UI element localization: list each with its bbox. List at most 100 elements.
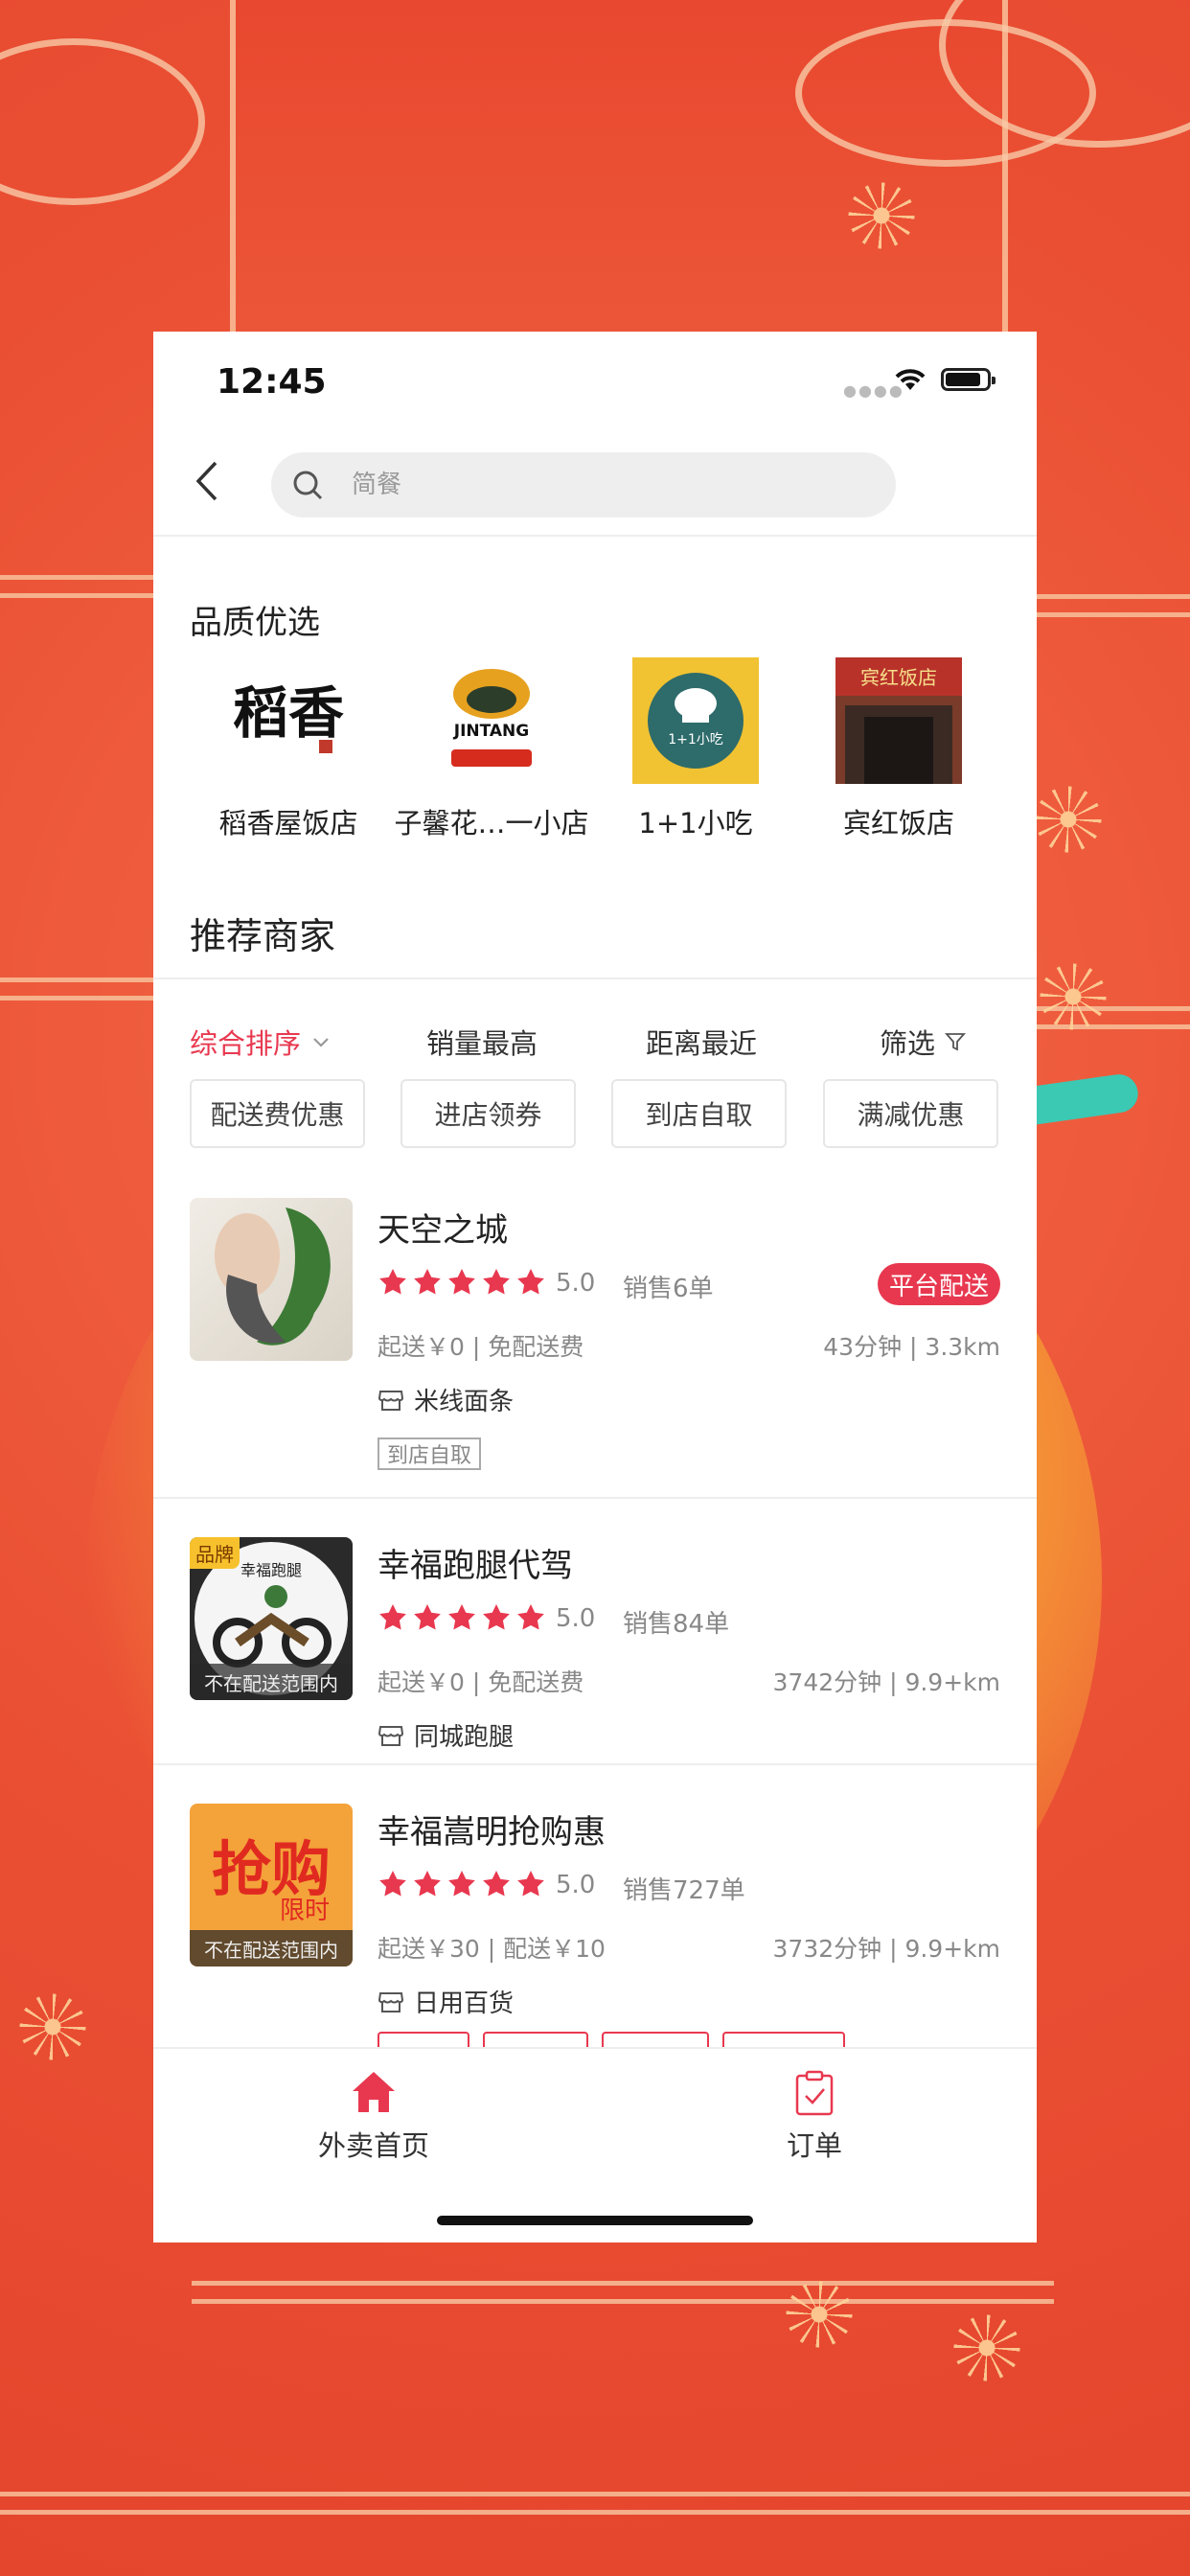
brand-badge: 品牌 — [190, 1537, 240, 1569]
store-name: 天空之城 — [378, 1211, 508, 1250]
filter-label: 筛选 — [880, 1027, 936, 1060]
battery-icon — [941, 368, 995, 391]
store-card[interactable]: 抢购 限时 不在配送范围内 幸福嵩明抢购惠 5.0 销售727单 起送￥30 |… — [153, 1777, 1037, 2060]
store-eta-distance: 43分钟 | 3.3km — [823, 1333, 1000, 1361]
svg-text:抢购: 抢购 — [212, 1834, 331, 1904]
divider — [153, 978, 1037, 979]
tab-orders[interactable]: 订单 — [719, 2068, 910, 2164]
sort-distance[interactable]: 距离最近 — [646, 1022, 757, 1062]
background-wave — [1037, 594, 1190, 617]
svg-text:幸福跑腿: 幸福跑腿 — [240, 1561, 302, 1579]
firework — [939, 2300, 1035, 2396]
firework — [767, 2262, 872, 2367]
quality-store-name: 宾红饭店 — [842, 807, 954, 840]
quality-store-item[interactable]: JINTANG 子馨花…一小店 — [391, 657, 592, 841]
store-eta-distance: 3742分钟 | 9.9+km — [772, 1668, 1000, 1696]
star-icon — [483, 1871, 510, 1897]
sort-comprehensive-label: 综合排序 — [190, 1027, 302, 1060]
firework — [1040, 963, 1107, 1030]
search-icon — [293, 471, 323, 500]
chip-full-reduction[interactable]: 满减优惠 — [823, 1079, 998, 1148]
quality-store-list: 稻香 稻香屋饭店 JINTANG 子馨花…一小店 1+1小吃 1+1小吃 宾红饭… — [153, 657, 1037, 859]
quality-store-item[interactable]: 宾红饭店 宾红饭店 — [798, 657, 999, 841]
firework — [848, 182, 915, 249]
store-logo: 宾红饭店 — [835, 657, 962, 784]
tab-home[interactable]: 外卖首页 — [278, 2068, 469, 2164]
sort-bar: 综合排序 销量最高 距离最近 筛选 — [153, 993, 1037, 1085]
nav-bar — [153, 427, 1037, 537]
background-wave — [0, 575, 153, 598]
sort-sales[interactable]: 销量最高 — [426, 1022, 538, 1062]
store-card[interactable]: 天空之城 5.0 销售6单 平台配送 起送￥0 | 免配送费 43分钟 | 3.… — [153, 1175, 1037, 1470]
store-sales: 销售727单 — [623, 1876, 745, 1905]
filter-button[interactable]: 筛选 — [880, 1022, 966, 1062]
store-sales: 销售6单 — [623, 1275, 714, 1303]
background-arc — [795, 19, 1096, 167]
chip-coupon[interactable]: 进店领券 — [400, 1079, 576, 1148]
store-category-label: 同城跑腿 — [414, 1723, 515, 1752]
store-card[interactable]: 幸福跑腿 品牌 不在配送范围内 幸福跑腿代驾 5.0 销售84单 起送￥0 | … — [153, 1510, 1037, 1752]
rating-stars — [378, 1869, 546, 1899]
background-wave — [0, 978, 153, 1000]
quality-store-name: 稻香屋饭店 — [218, 807, 358, 840]
star-icon — [414, 1604, 441, 1630]
star-icon — [517, 1604, 544, 1630]
firework — [1035, 786, 1102, 853]
star-icon — [483, 1269, 510, 1295]
quality-store-item[interactable]: 稻香 稻香屋饭店 — [188, 657, 389, 841]
store-logo: JINTANG — [428, 657, 555, 784]
chip-pickup[interactable]: 到店自取 — [611, 1079, 787, 1148]
svg-text:限时: 限时 — [280, 1897, 330, 1925]
star-icon — [448, 1269, 475, 1295]
recommend-section-title: 推荐商家 — [190, 915, 336, 957]
star-icon — [448, 1871, 475, 1897]
shop-icon — [378, 1390, 404, 1411]
out-of-range-overlay: 不在配送范围内 — [190, 1930, 353, 1966]
store-category: 同城跑腿 — [378, 1717, 514, 1753]
store-score: 5.0 — [556, 1269, 596, 1298]
store-score: 5.0 — [556, 1871, 596, 1899]
store-eta-distance: 3732分钟 | 9.9+km — [772, 1935, 1000, 1963]
sort-comprehensive[interactable]: 综合排序 — [190, 1022, 332, 1062]
store-delivery-fee: 起送￥0 | 免配送费 — [378, 1333, 584, 1361]
background-ribbon — [1030, 1071, 1141, 1125]
out-of-range-overlay: 不在配送范围内 — [190, 1664, 353, 1700]
star-icon — [483, 1604, 510, 1630]
star-icon — [448, 1604, 475, 1630]
quality-store-item[interactable]: 1+1小吃 1+1小吃 — [595, 657, 796, 841]
star-icon — [414, 1269, 441, 1295]
search-bar[interactable] — [271, 452, 896, 518]
chevron-down-icon — [313, 1038, 329, 1047]
tab-bar: 外卖首页 订单 — [153, 2047, 1037, 2242]
app-screen: 12:45 ●●●● 品质优选 稻香 — [153, 332, 1037, 2242]
chip-delivery-discount[interactable]: 配送费优惠 — [190, 1079, 365, 1148]
svg-text:JINTANG: JINTANG — [453, 722, 530, 741]
quality-section-title: 品质优选 — [190, 604, 320, 642]
home-indicator — [437, 2216, 753, 2225]
store-logo: 1+1小吃 — [632, 657, 759, 784]
divider — [153, 1497, 1037, 1499]
shop-icon — [378, 1991, 404, 2012]
home-icon — [353, 2072, 395, 2112]
background-arc — [0, 38, 205, 205]
platform-delivery-badge: 平台配送 — [877, 1263, 1000, 1305]
orders-icon — [795, 2070, 834, 2116]
back-button[interactable] — [188, 461, 226, 501]
background-wave — [0, 2492, 1190, 2515]
star-icon — [414, 1871, 441, 1897]
tab-orders-label: 订单 — [786, 2129, 842, 2162]
store-logo: 抢购 限时 不在配送范围内 — [190, 1804, 353, 1966]
rating-stars — [378, 1267, 546, 1298]
store-sales: 销售84单 — [623, 1610, 730, 1639]
divider — [153, 1763, 1037, 1765]
store-score: 5.0 — [556, 1604, 596, 1633]
search-input[interactable] — [350, 470, 852, 500]
rating-stars — [378, 1602, 546, 1633]
star-icon — [379, 1269, 406, 1295]
store-pickup-tag: 到店自取 — [378, 1438, 482, 1470]
store-category-label: 米线面条 — [414, 1388, 515, 1416]
tab-home-label: 外卖首页 — [317, 2129, 429, 2162]
sort-distance-label: 距离最近 — [646, 1027, 758, 1060]
chevron-left-icon — [195, 461, 217, 501]
background-wave — [192, 2281, 1054, 2304]
